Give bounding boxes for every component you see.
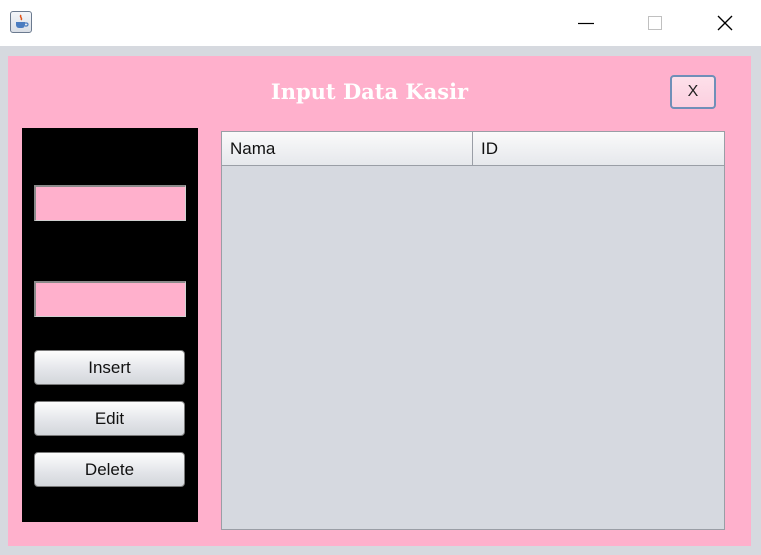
id-input[interactable] (34, 281, 186, 317)
column-header-id[interactable]: ID (473, 132, 724, 165)
column-header-nama[interactable]: Nama (222, 132, 473, 165)
window-titlebar (0, 0, 761, 46)
edit-button[interactable]: Edit (34, 401, 185, 436)
close-icon (717, 15, 733, 31)
form-panel: Input Data Kasir X Insert Edit Delete Na… (8, 56, 751, 546)
minimize-icon (578, 22, 594, 25)
input-sidebar: Insert Edit Delete (22, 128, 198, 522)
java-cup-icon[interactable] (10, 11, 32, 33)
delete-button[interactable]: Delete (34, 452, 185, 487)
maximize-button[interactable] (632, 0, 678, 46)
kasir-table[interactable]: Nama ID (221, 131, 725, 530)
page-title: Input Data Kasir (270, 79, 469, 104)
window-close-button[interactable] (702, 0, 748, 46)
table-header: Nama ID (222, 132, 724, 166)
minimize-button[interactable] (563, 0, 609, 46)
insert-button[interactable]: Insert (34, 350, 185, 385)
form-close-button[interactable]: X (670, 75, 716, 109)
maximize-icon (648, 16, 662, 30)
nama-input[interactable] (34, 185, 186, 221)
